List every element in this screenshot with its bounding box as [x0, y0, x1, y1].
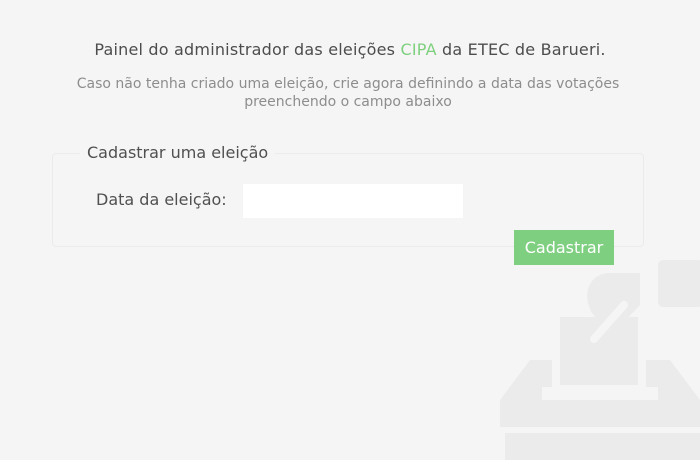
- page-title-text: Painel do administrador das eleições: [94, 40, 396, 59]
- page-title-accent: CIPA: [400, 40, 437, 59]
- election-date-label: Data da eleição:: [96, 190, 227, 209]
- page-title: Painel do administrador das eleições CIP…: [0, 40, 700, 59]
- election-date-input[interactable]: [243, 184, 463, 218]
- create-election-legend: Cadastrar uma eleição: [80, 143, 276, 162]
- ballot-box-shape: [500, 260, 700, 460]
- ballot-box-icon: [500, 260, 700, 460]
- page-title-suffix: da ETEC de Barueri.: [442, 40, 606, 59]
- page-subtitle: Caso não tenha criado uma eleição, crie …: [76, 76, 620, 110]
